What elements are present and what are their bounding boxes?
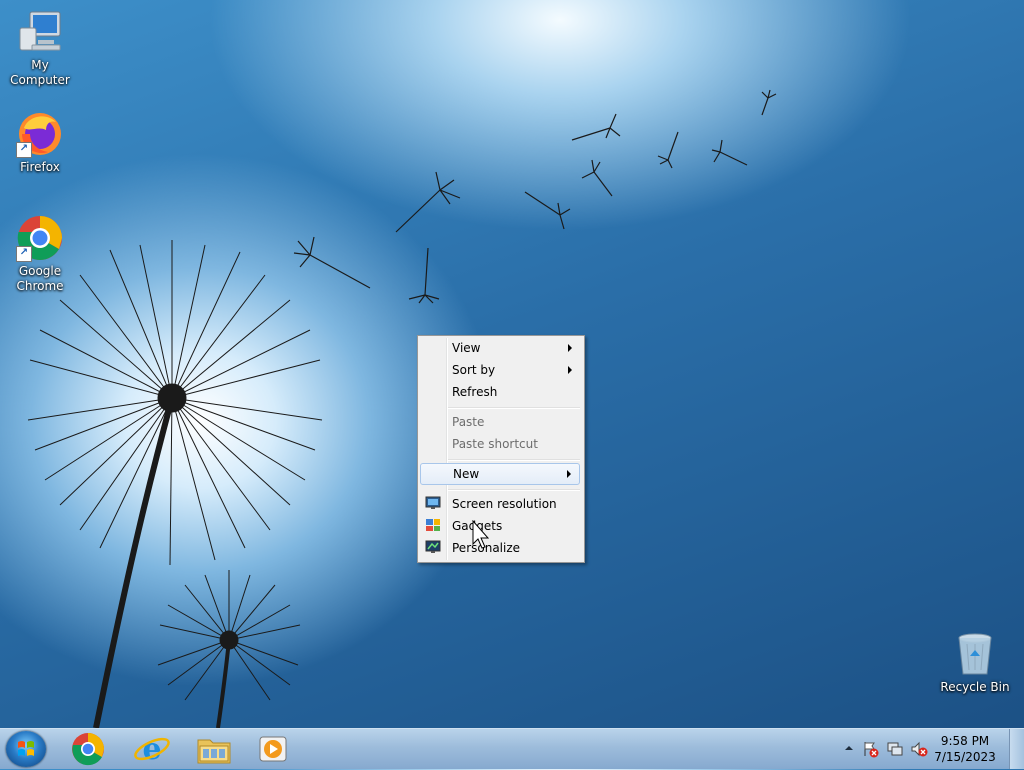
start-button[interactable] (6, 731, 46, 767)
taskbar-media-player-button[interactable] (250, 732, 298, 766)
desktop-icon-label: My Computer (10, 58, 70, 87)
personalize-icon (425, 540, 441, 553)
shortcut-arrow-icon: ↗ (16, 246, 32, 262)
ie-icon: e (134, 732, 170, 767)
submenu-arrow-icon (568, 344, 572, 352)
desktop-icon-label: Recycle Bin (940, 680, 1010, 694)
desktop-icon-label: Google Chrome (16, 264, 64, 293)
screen-resolution-icon (425, 496, 441, 509)
desktop-icon-recycle-bin[interactable]: Recycle Bin (935, 630, 1015, 695)
firefox-icon: ↗ (16, 110, 64, 158)
taskbar-clock[interactable]: 9:58 PM 7/15/2023 (930, 733, 1000, 765)
dandelion-illustration (27, 89, 777, 728)
submenu-arrow-icon (568, 366, 572, 374)
mouse-cursor-icon (472, 520, 490, 549)
submenu-arrow-icon (567, 470, 571, 478)
recycle-bin-icon (951, 630, 999, 678)
taskbar-chrome-button[interactable] (64, 732, 112, 766)
menu-item-screen-resolution[interactable]: Screen resolution (420, 493, 580, 515)
menu-item-new[interactable]: New (420, 463, 580, 485)
svg-text:e: e (142, 732, 161, 766)
action-center-flag-icon[interactable] (862, 740, 880, 758)
desktop-icon-google-chrome[interactable]: ↗ Google Chrome (0, 214, 80, 294)
menu-separator (448, 489, 580, 491)
clock-date: 7/15/2023 (934, 750, 996, 764)
menu-item-personalize[interactable]: Personalize (420, 537, 580, 559)
network-icon[interactable] (886, 740, 904, 758)
menu-item-paste[interactable]: Paste (420, 411, 580, 433)
chrome-icon: ↗ (16, 214, 64, 262)
taskbar-file-explorer-button[interactable] (190, 732, 238, 766)
gadgets-icon (426, 519, 440, 531)
desktop-icon-firefox[interactable]: ↗ Firefox (0, 110, 80, 175)
menu-item-sort-by[interactable]: Sort by (420, 359, 580, 381)
show-hidden-icons-icon[interactable] (844, 743, 854, 753)
computer-icon (16, 8, 64, 56)
media-player-icon (259, 736, 287, 762)
desktop-context-menu: View Sort by Refresh Paste Paste shortcu… (417, 335, 585, 563)
menu-separator (448, 407, 580, 409)
show-desktop-button[interactable] (1009, 729, 1024, 769)
menu-separator (448, 459, 580, 461)
windows-logo-icon (18, 741, 34, 756)
chrome-icon (72, 733, 104, 766)
desktop-icon-label: Firefox (20, 160, 60, 174)
menu-item-gadgets[interactable]: Gadgets (420, 515, 580, 537)
menu-item-view[interactable]: View (420, 337, 580, 359)
clock-time: 9:58 PM (940, 734, 990, 748)
volume-muted-icon[interactable] (910, 740, 928, 758)
menu-item-paste-shortcut[interactable]: Paste shortcut (420, 433, 580, 455)
shortcut-arrow-icon: ↗ (16, 142, 32, 158)
taskbar: e 9:58 PM 7/15/2023 (0, 728, 1024, 769)
menu-item-refresh[interactable]: Refresh (420, 381, 580, 403)
desktop-icon-my-computer[interactable]: My Computer (0, 8, 80, 88)
folder-icon (197, 739, 231, 764)
taskbar-internet-explorer-button[interactable]: e (128, 732, 176, 767)
